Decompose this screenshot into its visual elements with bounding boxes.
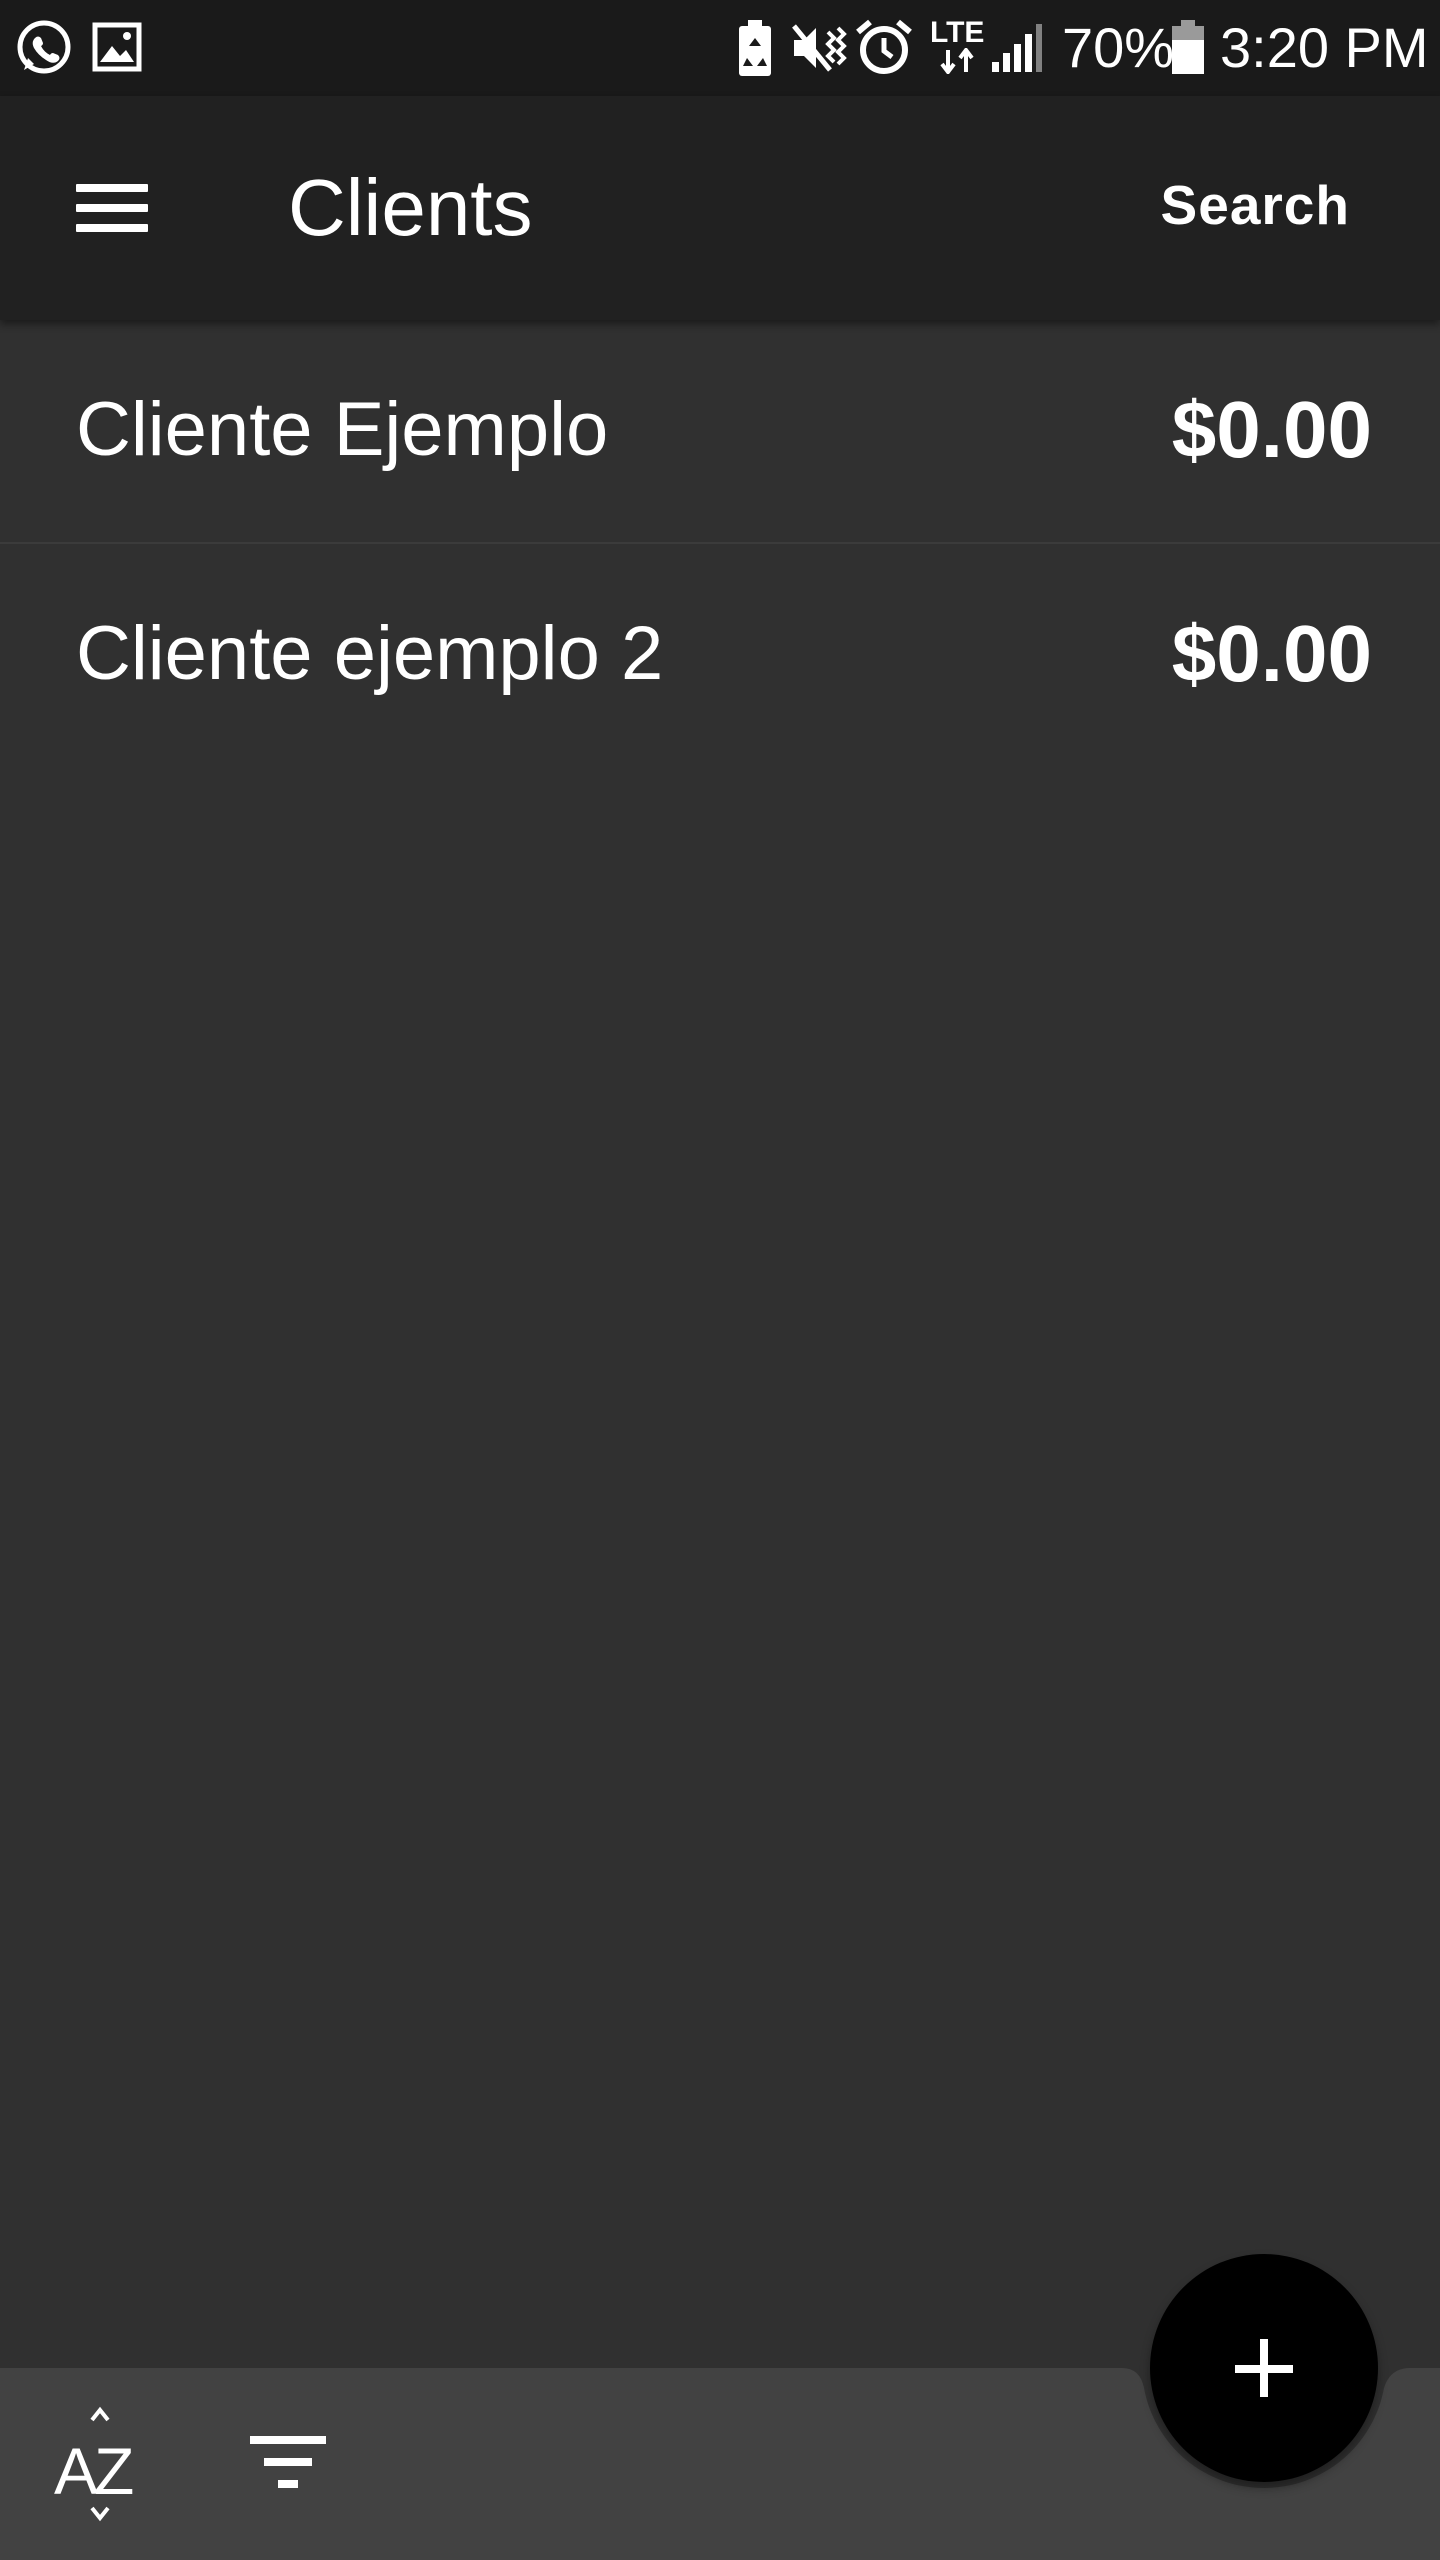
alarm-icon (856, 19, 912, 74)
list-item[interactable]: Cliente ejemplo 2 $0.00 (0, 544, 1440, 768)
screen: LTE 70% 3:20 PM Clients Search Cliente E… (0, 0, 1440, 2560)
filter-icon[interactable] (236, 2424, 340, 2504)
image-icon (92, 22, 142, 72)
battery-percent: 70% (1062, 16, 1175, 79)
vibrate-mute-icon (792, 24, 847, 72)
sort-az-button[interactable]: AZ (40, 2406, 152, 2522)
status-time: 3:20 PM (1220, 16, 1429, 79)
data-arrows-icon (940, 48, 974, 74)
page-title: Clients (288, 163, 533, 252)
status-bar: LTE 70% 3:20 PM (0, 0, 1440, 96)
client-name: Cliente ejemplo 2 (76, 611, 664, 696)
client-name: Cliente Ejemplo (76, 387, 609, 472)
battery-saver-icon (739, 20, 771, 76)
filter-lines (250, 2436, 326, 2488)
battery-icon (1172, 20, 1204, 74)
add-client-button[interactable] (1150, 2254, 1378, 2482)
whatsapp-icon (17, 20, 71, 74)
hamburger-menu-icon[interactable] (56, 156, 168, 260)
list-item[interactable]: Cliente Ejemplo $0.00 (0, 320, 1440, 544)
sort-az-icon: AZ (54, 2434, 134, 2508)
client-list: Cliente Ejemplo $0.00 Cliente ejemplo 2 … (0, 320, 1440, 768)
app-bar: Clients Search (0, 96, 1440, 320)
lte-icon: LTE (930, 16, 985, 49)
search-button[interactable]: Search (1161, 172, 1350, 238)
client-balance: $0.00 (1171, 385, 1372, 474)
client-balance: $0.00 (1171, 609, 1372, 698)
add-icon-vertical (1260, 2339, 1268, 2397)
signal-icon (992, 24, 1042, 72)
